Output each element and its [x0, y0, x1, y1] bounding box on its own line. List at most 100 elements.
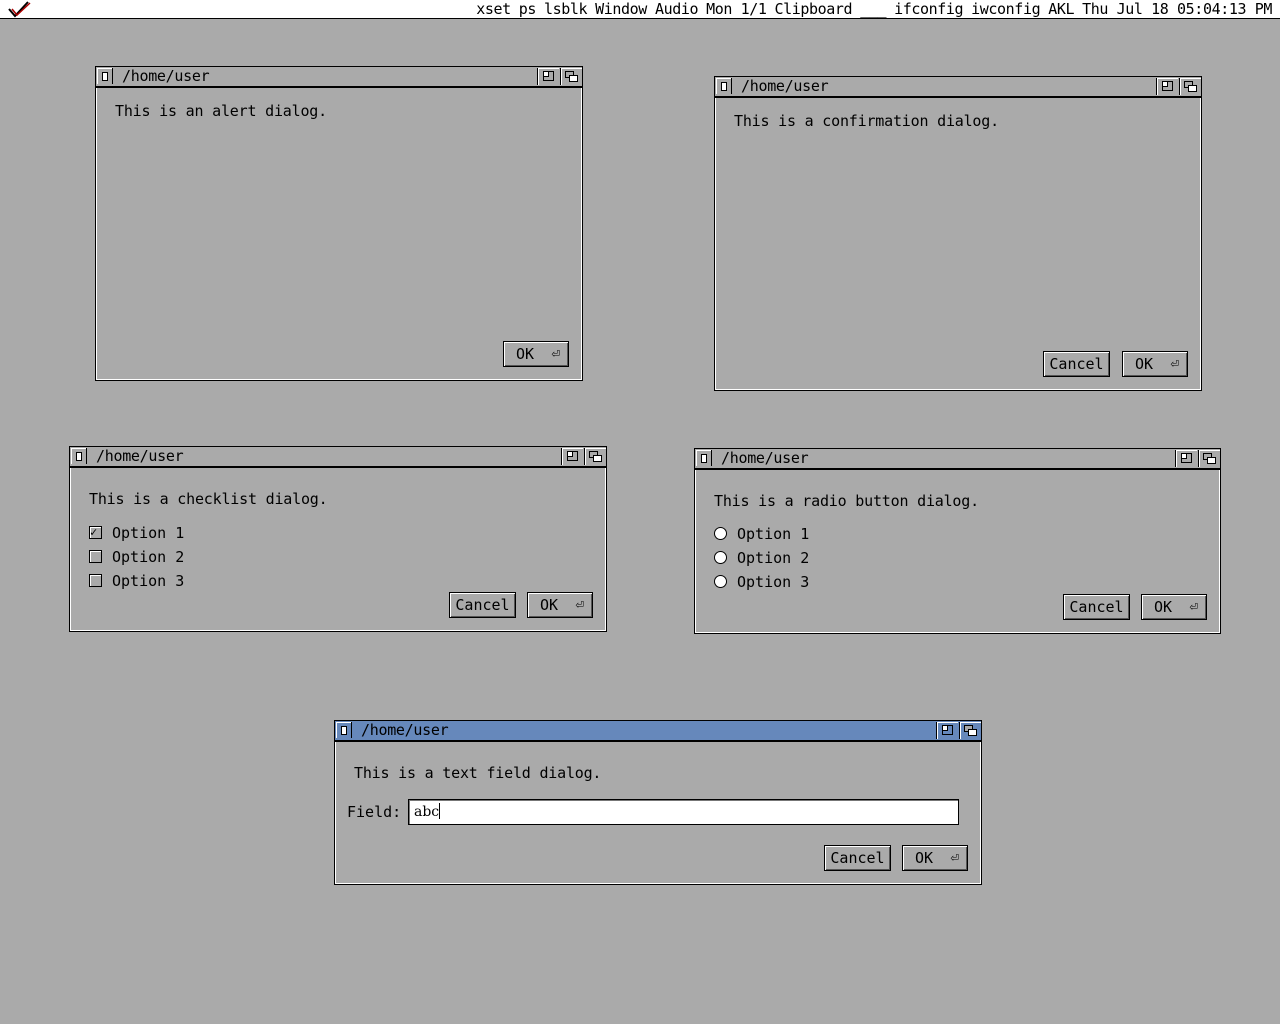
return-arrow-icon: ⏎ [950, 850, 959, 866]
option-label: Option 1 [112, 524, 185, 542]
menubar-items: xset ps lsblk Window Audio Mon 1/1 Clipb… [476, 0, 1272, 19]
close-icon [101, 71, 108, 81]
ok-button[interactable]: OK ⏎ [902, 845, 968, 871]
window-title: /home/user [96, 447, 184, 465]
return-arrow-icon: ⏎ [575, 597, 584, 613]
option-label: Option 2 [112, 548, 185, 566]
close-button[interactable] [71, 448, 87, 464]
depth-icon [569, 75, 578, 82]
close-button[interactable] [336, 722, 352, 738]
zoom-button[interactable] [1156, 78, 1178, 95]
zoom-button[interactable] [936, 722, 958, 739]
menubar-item-keyboard-layout[interactable]: AKL [1048, 0, 1074, 19]
ok-label: OK [516, 345, 535, 363]
text-field-value: abc [414, 804, 440, 820]
depth-button[interactable] [560, 68, 582, 85]
radio-button[interactable] [714, 527, 727, 540]
cancel-button[interactable]: Cancel [824, 845, 891, 871]
close-icon [700, 453, 707, 463]
radio-dialog: /home/user This is a radio button dialog… [694, 448, 1221, 634]
depth-icon [1188, 85, 1197, 92]
checklist-dialog: /home/user This is a checklist dialog. O… [69, 446, 607, 632]
window-title: /home/user [122, 67, 210, 85]
titlebar[interactable]: /home/user [715, 77, 1201, 98]
dialog-message: This is a text field dialog. [354, 764, 602, 782]
ok-button[interactable]: OK ⏎ [1122, 351, 1188, 377]
depth-icon [593, 455, 602, 462]
depth-button[interactable] [959, 722, 981, 739]
depth-icon [968, 729, 977, 736]
option-label: Option 2 [737, 549, 810, 567]
checkbox[interactable] [89, 574, 102, 587]
cancel-label: Cancel [1049, 355, 1104, 373]
depth-icon [1207, 457, 1216, 464]
radio-button[interactable] [714, 575, 727, 588]
menubar-item-ifconfig[interactable]: ifconfig [894, 0, 963, 19]
dialog-message: This is a confirmation dialog. [734, 112, 999, 130]
confirm-dialog: /home/user This is a confirmation dialog… [714, 76, 1202, 391]
checklist-option[interactable]: Option 3 [89, 571, 184, 591]
zoom-icon [1181, 453, 1187, 459]
window-title: /home/user [721, 449, 809, 467]
titlebar[interactable]: /home/user [96, 67, 582, 88]
checkbox-checked[interactable] [89, 522, 102, 542]
option-label: Option 3 [737, 573, 810, 591]
titlebar[interactable]: /home/user [70, 447, 606, 468]
cancel-label: Cancel [1069, 598, 1124, 616]
window-title: /home/user [741, 77, 829, 95]
checklist-option[interactable]: Option 1 [89, 522, 185, 543]
radio-option[interactable]: Option 1 [714, 524, 809, 544]
dialog-message: This is an alert dialog. [115, 102, 327, 120]
ok-button[interactable]: OK ⏎ [503, 341, 569, 367]
zoom-icon [1162, 81, 1168, 87]
menubar-clock: Thu Jul 18 05:04:13 PM [1082, 0, 1272, 18]
menubar-item-audio[interactable]: Audio [655, 0, 699, 19]
field-label: Field: [347, 803, 402, 821]
depth-button[interactable] [1198, 450, 1220, 467]
menubar-item-xset[interactable]: xset [476, 0, 511, 19]
alert-dialog: /home/user This is an alert dialog. OK ⏎ [95, 66, 583, 381]
window-title: /home/user [361, 721, 449, 739]
return-arrow-icon: ⏎ [1189, 599, 1198, 615]
menubar-item-monitor[interactable]: Mon 1/1 [706, 0, 767, 19]
cancel-label: Cancel [455, 596, 510, 614]
zoom-button[interactable] [561, 448, 583, 465]
zoom-icon [567, 451, 573, 457]
close-button[interactable] [97, 68, 113, 84]
checkmark-logo-icon[interactable] [6, 0, 32, 19]
cancel-button[interactable]: Cancel [1063, 594, 1130, 620]
depth-button[interactable] [584, 448, 606, 465]
close-icon [340, 725, 347, 735]
ok-button[interactable]: OK ⏎ [527, 592, 593, 618]
titlebar[interactable]: /home/user [335, 721, 981, 742]
dialog-message: This is a radio button dialog. [714, 492, 979, 510]
return-arrow-icon: ⏎ [1170, 356, 1179, 372]
radio-option[interactable]: Option 2 [714, 548, 809, 568]
radio-button[interactable] [714, 551, 727, 564]
close-button[interactable] [696, 450, 712, 466]
ok-label: OK [1135, 355, 1154, 373]
cancel-button[interactable]: Cancel [449, 592, 516, 618]
cancel-button[interactable]: Cancel [1043, 351, 1110, 377]
ok-label: OK [1154, 598, 1173, 616]
ok-button[interactable]: OK ⏎ [1141, 594, 1207, 620]
menubar-item-window[interactable]: Window [595, 0, 647, 19]
menubar-item-lsblk[interactable]: lsblk [544, 0, 588, 19]
close-button[interactable] [716, 78, 732, 94]
titlebar[interactable]: /home/user [695, 449, 1220, 470]
menubar-item-iwconfig[interactable]: iwconfig [971, 0, 1040, 19]
menubar-item-blank[interactable]: ___ [860, 0, 886, 19]
zoom-button[interactable] [537, 68, 559, 85]
checklist-option[interactable]: Option 2 [89, 547, 184, 567]
dialog-message: This is a checklist dialog. [89, 490, 328, 508]
radio-option[interactable]: Option 3 [714, 572, 809, 592]
zoom-icon [543, 71, 549, 77]
menubar-item-ps[interactable]: ps [519, 0, 537, 19]
menubar-item-clipboard[interactable]: Clipboard [775, 0, 853, 19]
cancel-label: Cancel [830, 849, 885, 867]
zoom-button[interactable] [1175, 450, 1197, 467]
checkbox[interactable] [89, 550, 102, 563]
depth-button[interactable] [1179, 78, 1201, 95]
menubar: xset ps lsblk Window Audio Mon 1/1 Clipb… [0, 0, 1280, 19]
text-field[interactable]: abc [408, 799, 959, 825]
